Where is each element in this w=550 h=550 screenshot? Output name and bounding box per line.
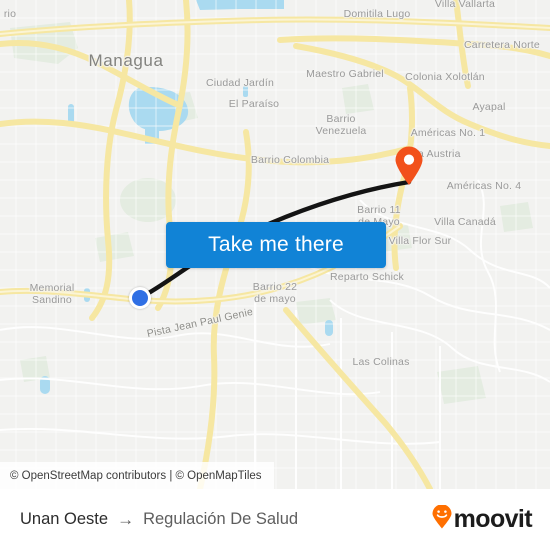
route-origin-label: Unan Oeste [20, 510, 109, 528]
map-attribution[interactable]: © OpenStreetMap contributors | © OpenMap… [0, 462, 274, 489]
moovit-wordmark: moovit [453, 505, 533, 533]
take-me-there-button[interactable]: Take me there [166, 222, 386, 268]
origin-marker[interactable] [129, 287, 151, 309]
map-canvas[interactable]: rio Domitila Lugo Villa Vallarta Carretera … [0, 0, 550, 489]
footer-bar: Unan Oeste → Regulación De Salud moovit [0, 489, 550, 550]
route-summary: Unan Oeste → Regulación De Salud [20, 510, 298, 529]
route-destination-label: Regulación De Salud [143, 510, 299, 528]
moovit-pin-icon [431, 504, 453, 534]
moovit-logo[interactable]: moovit [431, 504, 533, 534]
destination-pin-icon[interactable] [394, 146, 424, 186]
arrow-right-icon: → [117, 510, 135, 529]
